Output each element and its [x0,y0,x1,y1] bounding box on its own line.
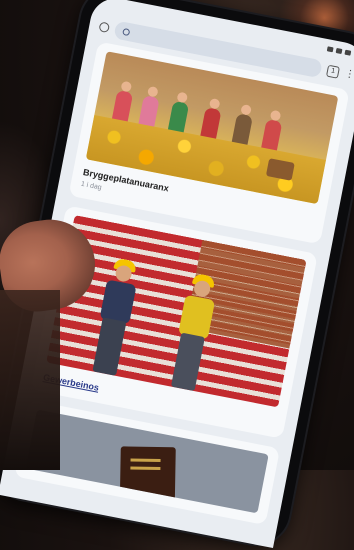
worker-figure [164,272,222,392]
status-icons [326,45,352,56]
signal-icon [335,47,343,54]
home-icon[interactable] [98,21,111,34]
hand-shadow [0,290,60,470]
wifi-icon [326,45,334,52]
search-icon [122,27,131,36]
passport [120,446,177,508]
more-menu-icon[interactable]: ⋮ [344,68,354,81]
tab-switcher-button[interactable]: 1 [325,64,340,79]
worker-figure [86,257,144,377]
battery-icon [344,49,352,56]
